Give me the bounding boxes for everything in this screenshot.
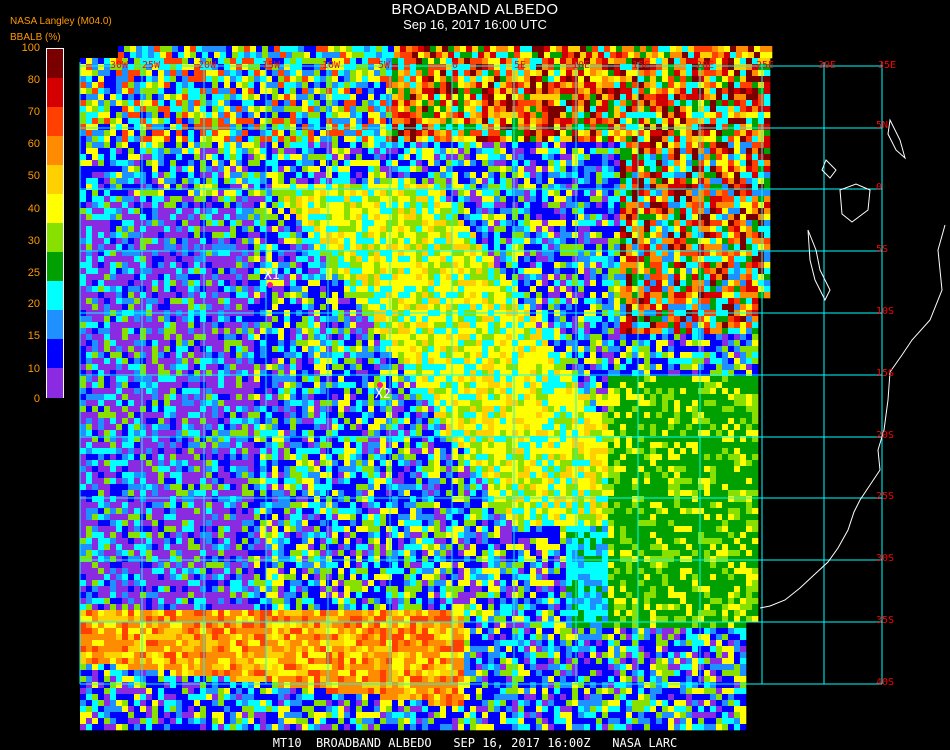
longitude-label: 5W	[378, 60, 391, 71]
latitude-label: 30S	[876, 553, 895, 564]
albedo-map	[79, 46, 946, 731]
longitude-label: 30W	[110, 60, 129, 71]
latitude-label: 35S	[876, 615, 895, 626]
longitude-label: 20W	[198, 60, 217, 71]
longitude-label: 15W	[262, 60, 281, 71]
longitude-label: 5E	[514, 60, 527, 71]
footer-caption: MT10 BROADBAND ALBEDO SEP 16, 2017 16:00…	[272, 736, 678, 750]
longitude-label: 30E	[818, 60, 837, 71]
latitude-label: 25S	[876, 491, 895, 502]
albedo-raster	[80, 46, 773, 731]
latitude-label: 5N	[876, 120, 889, 131]
latitude-label: 10S	[876, 306, 895, 317]
marker-x1-label: X1	[264, 268, 280, 283]
longitude-label: 25W	[142, 60, 161, 71]
latitude-label: 15S	[876, 368, 895, 379]
longitude-label: 10E	[572, 60, 591, 71]
latitude-label: 20S	[876, 430, 895, 441]
coastline	[759, 118, 946, 609]
longitude-label: 0	[452, 60, 459, 71]
latitude-label: 0	[876, 182, 883, 193]
longitude-label: 20E	[696, 60, 715, 71]
longitude-label: 15E	[632, 60, 651, 71]
longitude-label: 25E	[756, 60, 775, 71]
latitude-label: 40S	[876, 677, 895, 688]
marker-x2-label: X2	[375, 387, 391, 402]
longitude-label: 35E	[878, 60, 897, 71]
latitude-label: 5S	[876, 244, 889, 255]
longitude-label: 10W	[322, 60, 341, 71]
